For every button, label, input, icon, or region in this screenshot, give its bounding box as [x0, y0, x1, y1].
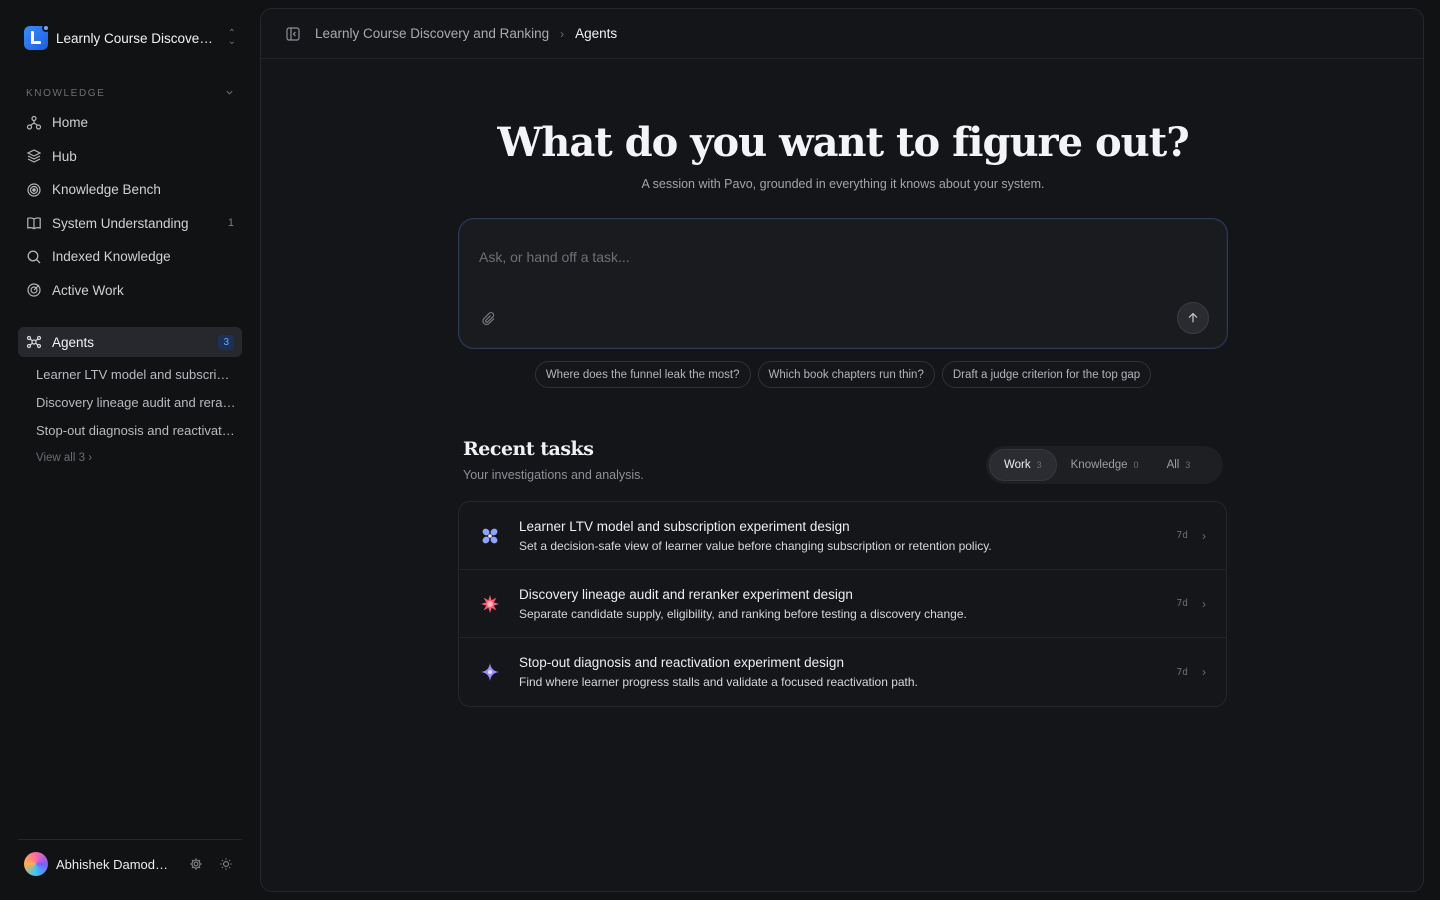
task-title: Discovery lineage audit and reranker exp…: [519, 586, 853, 602]
sidebar-item-agents[interactable]: Agents 3: [18, 327, 242, 357]
chevron-right-icon: ›: [1202, 528, 1206, 543]
flower-icon: [479, 525, 501, 547]
target-icon: [26, 182, 42, 198]
sidebar-nav: Home Hub Knowledge Bench System Understa…: [18, 106, 242, 307]
gear-icon[interactable]: [188, 856, 204, 872]
suggestion-chips: Where does the funnel leak the most? Whi…: [261, 361, 1423, 388]
user-profile: Abhishek Damodaran: [24, 852, 236, 876]
sun-icon[interactable]: [218, 856, 234, 872]
main-panel: Learnly Course Discovery and Ranking › A…: [260, 8, 1424, 892]
tab-all[interactable]: All 3: [1153, 449, 1205, 481]
composer: [458, 218, 1228, 349]
home-icon: [26, 115, 42, 131]
sidebar-toggle-icon[interactable]: [285, 26, 301, 42]
agents-count-badge: 3: [218, 334, 234, 350]
sidebar-item-label: System Understanding: [52, 215, 189, 231]
sidebar-item-label: Active Work: [52, 282, 124, 298]
task-description: Set a decision-safe view of learner valu…: [519, 538, 992, 553]
task-age: 7d: [1176, 530, 1188, 541]
sidebar: Learnly Course Discovery and Ranking ⌃⌄ …: [0, 0, 260, 900]
chevron-right-icon: ›: [560, 26, 565, 41]
sidebar-item-label: Hub: [52, 148, 77, 164]
user-name[interactable]: Abhishek Damodaran: [56, 857, 174, 872]
agent-list-item[interactable]: Learner LTV model and subscription exper…: [36, 360, 236, 388]
chevron-right-icon: ›: [1202, 596, 1206, 611]
task-row[interactable]: Learner LTV model and subscription exper…: [459, 502, 1226, 570]
recent-tasks-title: Recent tasks: [463, 438, 594, 460]
agent-list-item[interactable]: Discovery lineage audit and reranker exp…: [36, 388, 236, 416]
sidebar-item-active-work[interactable]: Active Work: [18, 274, 242, 308]
sidebar-item-knowledge-bench[interactable]: Knowledge Bench: [18, 173, 242, 207]
task-list: Learner LTV model and subscription exper…: [458, 501, 1227, 707]
agents-icon: [26, 334, 42, 350]
agent-list-item[interactable]: Stop-out diagnosis and reactivation expe…: [36, 416, 236, 444]
avatar[interactable]: [24, 852, 48, 876]
sidebar-item-label: Knowledge Bench: [52, 182, 161, 198]
page-subtitle: A session with Pavo, grounded in everyth…: [641, 177, 1045, 191]
tab-work[interactable]: Work 3: [989, 449, 1057, 481]
workspace-name: Learnly Course Discovery and Ranking: [56, 30, 216, 46]
radar-icon: [26, 282, 42, 298]
task-filter-tabs: Work 3 Knowledge 0 All 3: [986, 446, 1223, 484]
page-title: What do you want to figure out?: [497, 119, 1189, 166]
starburst-icon: [479, 593, 501, 615]
top-bar: Learnly Course Discovery and Ranking › A…: [261, 9, 1423, 59]
sidebar-item-indexed-knowledge[interactable]: Indexed Knowledge: [18, 240, 242, 274]
sparkle-icon: [479, 661, 501, 683]
task-age: 7d: [1176, 666, 1188, 678]
section-label: KNOWLEDGE: [26, 88, 106, 99]
task-description: Find where learner progress stalls and v…: [519, 675, 918, 689]
sidebar-divider: [18, 839, 242, 840]
layers-icon: [26, 148, 42, 164]
sidebar-item-hub[interactable]: Hub: [18, 140, 242, 174]
chevron-down-icon: [225, 88, 234, 99]
recent-tasks-subtitle: Your investigations and analysis.: [463, 468, 644, 482]
task-title: Learner LTV model and subscription exper…: [519, 518, 850, 534]
task-age: 7d: [1176, 598, 1188, 609]
view-all-link[interactable]: View all 3 ›: [36, 452, 92, 464]
agents-label: Agents: [52, 334, 95, 350]
task-title: Stop-out diagnosis and reactivation expe…: [519, 655, 844, 670]
breadcrumb-parent[interactable]: Learnly Course Discovery and Ranking: [315, 26, 549, 41]
search-icon: [26, 249, 42, 265]
book-icon: [26, 215, 42, 231]
task-row[interactable]: Stop-out diagnosis and reactivation expe…: [459, 638, 1226, 706]
knowledge-section-header[interactable]: KNOWLEDGE: [26, 88, 234, 99]
task-description: Separate candidate supply, eligibility, …: [519, 606, 967, 621]
arrow-up-icon: [1188, 312, 1198, 323]
sidebar-item-label: Home: [52, 115, 89, 131]
breadcrumb-current: Agents: [575, 26, 618, 41]
send-button[interactable]: [1177, 302, 1209, 334]
agent-sub-list: Learner LTV model and subscription exper…: [36, 360, 236, 444]
workspace-switcher[interactable]: Learnly Course Discovery and Ranking ⌃⌄: [24, 24, 236, 50]
sidebar-item-home[interactable]: Home: [18, 106, 242, 140]
task-row[interactable]: Discovery lineage audit and reranker exp…: [459, 570, 1226, 638]
chevron-updown-icon: ⌃ ⌄: [227, 28, 236, 47]
suggestion-chip[interactable]: Which book chapters run thin?: [757, 361, 935, 388]
sidebar-item-count: 1: [227, 217, 234, 230]
paperclip-icon[interactable]: [481, 311, 497, 327]
sidebar-item-label: Indexed Knowledge: [52, 249, 171, 265]
workspace-logo: [24, 24, 50, 50]
prompt-input[interactable]: [479, 249, 1179, 265]
suggestion-chip[interactable]: Where does the funnel leak the most?: [534, 361, 751, 388]
tab-knowledge[interactable]: Knowledge 0: [1057, 449, 1153, 481]
sidebar-item-system-understanding[interactable]: System Understanding 1: [18, 207, 242, 241]
chevron-right-icon: ›: [1202, 665, 1206, 679]
suggestion-chip[interactable]: Draft a judge criterion for the top gap: [941, 361, 1152, 388]
